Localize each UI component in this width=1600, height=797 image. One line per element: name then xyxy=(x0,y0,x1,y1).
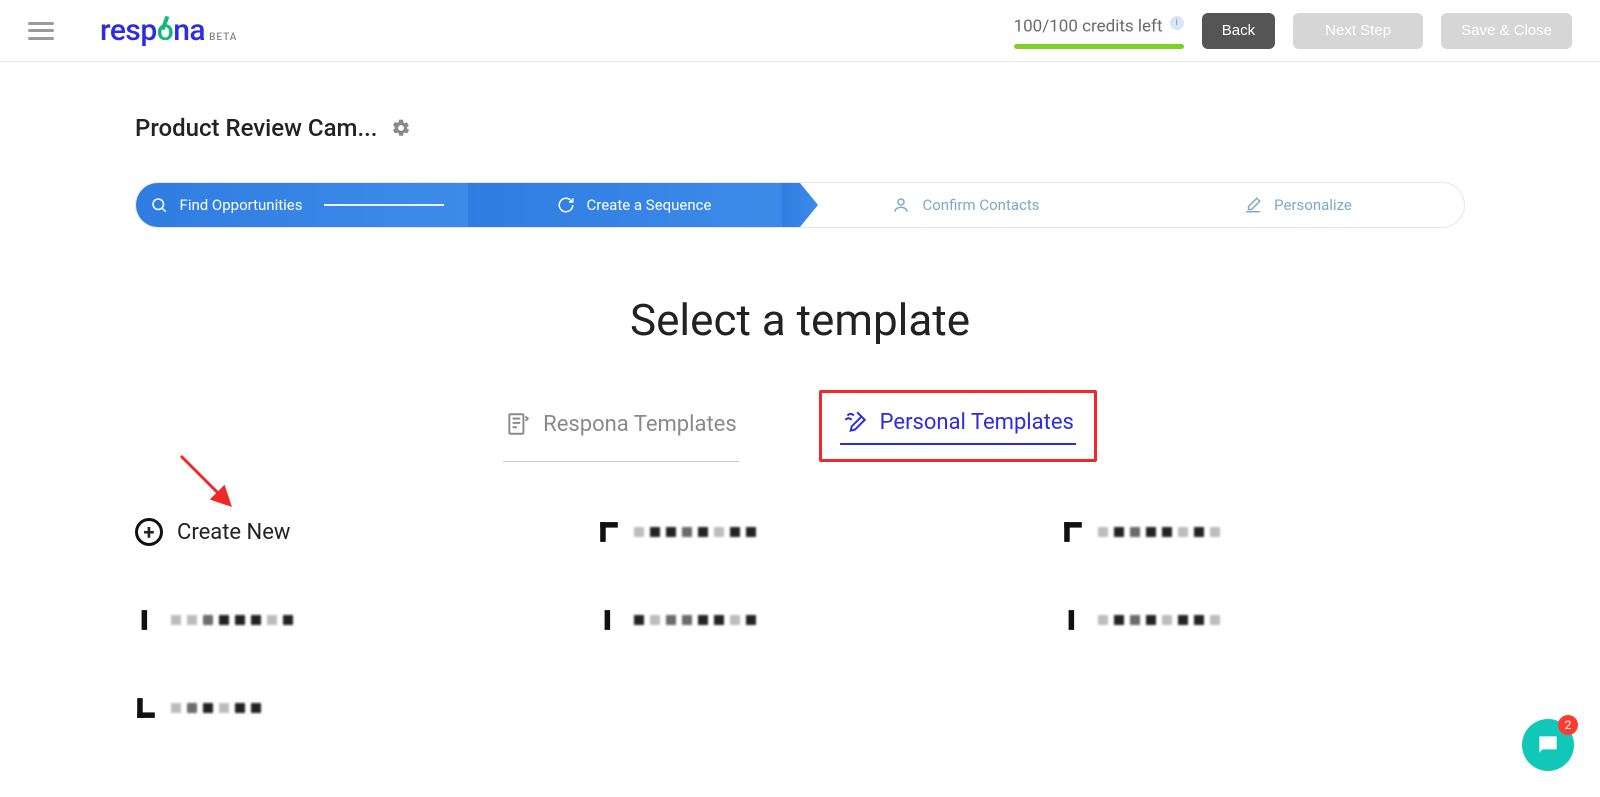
menu-icon[interactable] xyxy=(28,22,54,40)
tab-respona-label: Respona Templates xyxy=(543,412,737,437)
step4-label: Personalize xyxy=(1274,196,1352,214)
chat-unread-badge: 2 xyxy=(1558,715,1578,735)
template-grid: + Create New xyxy=(135,516,1465,724)
redacted-text xyxy=(171,703,261,713)
stepper: Find Opportunities Create a Sequence Con… xyxy=(135,182,1465,228)
redacted-text xyxy=(634,527,756,537)
redacted-text xyxy=(634,615,756,625)
logo-sub: BETA xyxy=(209,32,237,43)
step3-label: Confirm Contacts xyxy=(922,196,1039,214)
logo[interactable]: respona BETA xyxy=(100,13,237,48)
edit-icon xyxy=(1244,196,1262,214)
user-icon xyxy=(892,196,910,214)
chat-widget[interactable]: 2 xyxy=(1522,719,1574,771)
document-icon xyxy=(598,609,620,631)
create-new-button[interactable]: + Create New xyxy=(135,516,538,548)
search-icon xyxy=(150,196,168,214)
tab-personal-templates[interactable]: Personal Templates xyxy=(840,403,1076,445)
step2-label: Create a Sequence xyxy=(587,196,712,214)
step1-label: Find Opportunities xyxy=(180,196,303,214)
redacted-text xyxy=(171,615,293,625)
template-item[interactable] xyxy=(598,604,1001,636)
logo-text-o: o xyxy=(157,13,174,48)
back-button[interactable]: Back xyxy=(1202,13,1275,49)
template-item[interactable] xyxy=(598,516,1001,548)
step-confirm-contacts[interactable]: Confirm Contacts xyxy=(800,183,1132,227)
document-icon xyxy=(135,697,157,719)
page-title: Select a template xyxy=(135,294,1465,346)
step-create-sequence[interactable]: Create a Sequence xyxy=(468,183,800,227)
document-icon xyxy=(598,521,620,543)
next-step-button[interactable]: Next Step xyxy=(1293,13,1423,49)
personal-icon xyxy=(842,409,868,435)
chat-icon xyxy=(1535,732,1561,758)
template-icon xyxy=(505,411,531,437)
refresh-icon xyxy=(557,196,575,214)
tab-personal-label: Personal Templates xyxy=(880,410,1074,435)
step-progress-bar xyxy=(324,204,444,206)
annotation-highlight: Personal Templates xyxy=(819,390,1097,462)
template-item[interactable] xyxy=(135,692,538,724)
save-close-button[interactable]: Save & Close xyxy=(1441,13,1572,49)
gear-icon[interactable] xyxy=(391,118,411,138)
create-new-label: Create New xyxy=(177,520,290,545)
redacted-text xyxy=(1098,527,1220,537)
document-icon xyxy=(1062,609,1084,631)
step-personalize[interactable]: Personalize xyxy=(1132,183,1464,227)
main-content: Product Review Cam... Find Opportunities… xyxy=(0,114,1600,724)
document-icon xyxy=(1062,521,1084,543)
step-find-opportunities[interactable]: Find Opportunities xyxy=(136,183,468,227)
top-bar: respona BETA 100/100 credits left i Back… xyxy=(0,0,1600,62)
template-tabs: Respona Templates Personal Templates xyxy=(135,390,1465,462)
template-item[interactable] xyxy=(135,604,538,636)
campaign-title-row: Product Review Cam... xyxy=(135,114,1465,142)
credits-label: 100/100 credits left i xyxy=(1014,16,1184,45)
template-item[interactable] xyxy=(1062,604,1465,636)
info-icon[interactable]: i xyxy=(1170,16,1184,30)
plus-icon: + xyxy=(135,518,163,546)
logo-text-a: resp xyxy=(100,13,157,48)
redacted-text xyxy=(1098,615,1220,625)
credits-text: 100/100 credits left xyxy=(1014,17,1163,37)
campaign-title: Product Review Cam... xyxy=(135,114,377,142)
template-item[interactable] xyxy=(1062,516,1465,548)
document-icon xyxy=(135,609,157,631)
logo-text-c: na xyxy=(173,13,205,48)
tab-respona-templates[interactable]: Respona Templates xyxy=(503,390,739,462)
